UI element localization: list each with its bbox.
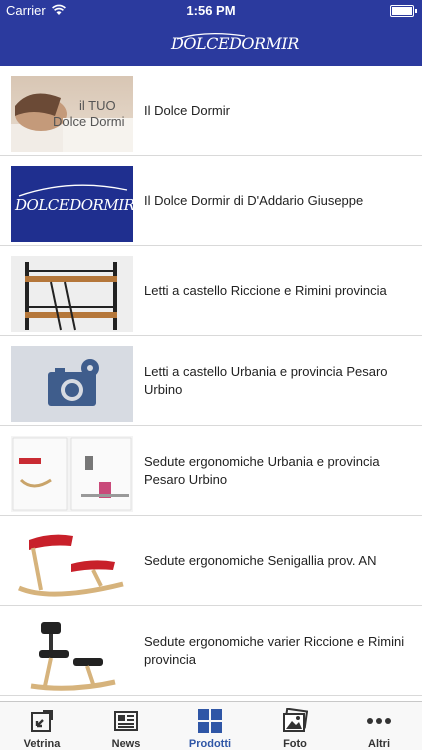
- list-item-title: Sedute ergonomiche Urbania e provincia P…: [144, 454, 380, 487]
- list-item[interactable]: Sedute ergonomiche varier Riccione e Rim…: [0, 606, 422, 696]
- tab-news[interactable]: News: [84, 702, 168, 751]
- tab-vetrina[interactable]: Vetrina: [0, 702, 84, 751]
- list-item-title: Letti a castello Riccione e Rimini provi…: [144, 283, 387, 298]
- tab-prodotti[interactable]: Prodotti: [168, 702, 252, 751]
- nav-bar: DOLCEDORMIR: [0, 22, 422, 66]
- thumb-text-line2: Dolce Dormi: [53, 114, 125, 129]
- vetrina-icon: [31, 710, 53, 732]
- varier-chair-photo: [11, 616, 133, 692]
- list-item-title: Il Dolce Dormir di D'Addario Giuseppe: [144, 193, 364, 208]
- photos-icon: [283, 708, 308, 732]
- tab-label: Vetrina: [23, 738, 61, 750]
- logo-swoosh: [176, 33, 246, 40]
- kneeling-chair-photo: [11, 526, 133, 602]
- more-icon: [367, 718, 391, 724]
- tab-label: Foto: [283, 738, 307, 750]
- app-logo: DOLCEDORMIR: [171, 31, 299, 57]
- list-item[interactable]: Sedute ergonomiche Urbania e provincia P…: [0, 426, 422, 516]
- clock: 1:56 PM: [186, 3, 236, 18]
- grid-icon: [198, 709, 222, 733]
- tab-label: Altri: [368, 738, 390, 750]
- ergonomic-chairs-collage: [11, 436, 133, 512]
- list-item[interactable]: Sedute ergonomiche Senigallia prov. AN: [0, 516, 422, 606]
- dolcedormir-logo-thumb: DOLCEDORMIR: [11, 166, 133, 242]
- list-item-title: Letti a castello Urbania e provincia Pes…: [144, 364, 388, 397]
- list-item[interactable]: Letti a castello Riccione e Rimini provi…: [0, 246, 422, 336]
- tab-altri[interactable]: Altri: [337, 702, 421, 751]
- list-item-title: Sedute ergonomiche varier Riccione e Rim…: [144, 634, 405, 667]
- tab-label: Prodotti: [188, 738, 232, 750]
- status-bar: Carrier 1:56 PM: [0, 0, 422, 22]
- list-item[interactable]: il TUO Dolce Dormi Il Dolce Dormir: [0, 66, 422, 156]
- battery-icon: [390, 5, 417, 17]
- thumb-logo-text: DOLCEDORMIR: [15, 196, 133, 214]
- list-item-title: Il Dolce Dormir: [144, 103, 230, 118]
- thumb-text-line1: il TUO: [79, 98, 116, 113]
- news-icon: [114, 711, 138, 731]
- tab-label: News: [111, 738, 141, 750]
- sleeping-woman-photo: il TUO Dolce Dormi: [11, 76, 133, 152]
- list-item-title: Sedute ergonomiche Senigallia prov. AN: [144, 553, 377, 568]
- list-item[interactable]: DOLCEDORMIR Il Dolce Dormir di D'Addario…: [0, 156, 422, 246]
- list-item[interactable]: Letti a castello Urbania e provincia Pes…: [0, 336, 422, 426]
- tab-bar: Vetrina News Prodotti Foto Altri: [0, 701, 422, 750]
- bunk-bed-photo: [11, 256, 133, 332]
- camera-placeholder-icon: [11, 346, 133, 422]
- tab-foto[interactable]: Foto: [253, 702, 337, 751]
